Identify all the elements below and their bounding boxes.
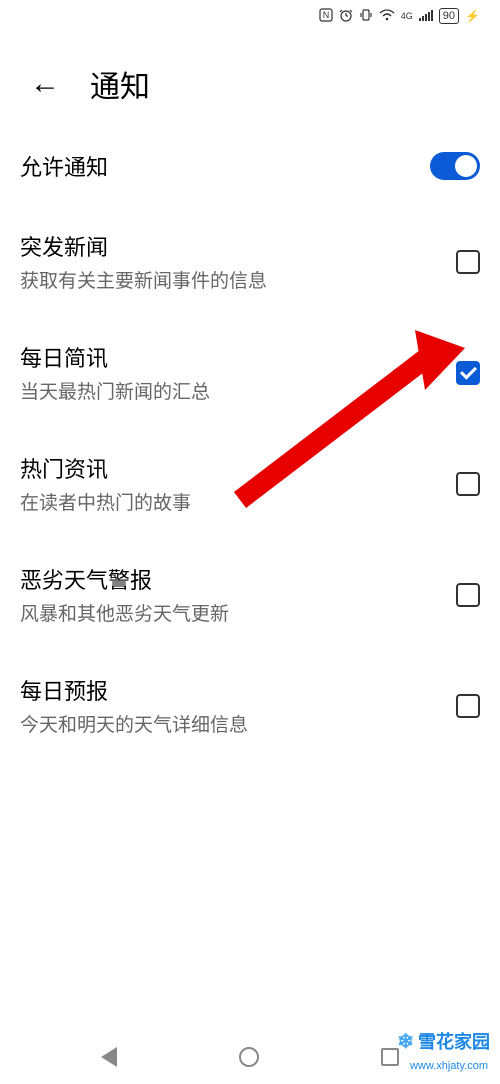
setting-row-trending[interactable]: 热门资讯 在读者中热门的故事 <box>20 428 480 539</box>
setting-row-breaking-news[interactable]: 突发新闻 获取有关主要新闻事件的信息 <box>20 206 480 317</box>
vibrate-icon <box>359 8 373 25</box>
nfc-icon: N <box>319 8 333 25</box>
charging-icon: ⚡ <box>465 9 480 23</box>
nav-back-button[interactable] <box>101 1047 117 1067</box>
watermark-url: www.xhjaty.com <box>410 1060 488 1072</box>
battery-indicator: 90 <box>439 8 459 24</box>
setting-row-daily-forecast[interactable]: 每日预报 今天和明天的天气详细信息 <box>20 650 480 761</box>
page-header: ← 通知 <box>0 32 500 126</box>
setting-row-weather-alert[interactable]: 恶劣天气警报 风暴和其他恶劣天气更新 <box>20 539 480 650</box>
breaking-news-checkbox[interactable] <box>456 250 480 274</box>
setting-subtitle: 今天和明天的天气详细信息 <box>20 710 248 737</box>
allow-notifications-label: 允许通知 <box>20 150 108 182</box>
page-title: 通知 <box>90 62 150 106</box>
watermark: ❄ 雪花家园 <box>397 1028 490 1054</box>
allow-notifications-row[interactable]: 允许通知 <box>20 126 480 206</box>
allow-notifications-toggle[interactable] <box>430 152 480 180</box>
setting-subtitle: 风暴和其他恶劣天气更新 <box>20 599 229 626</box>
settings-list: 允许通知 突发新闻 获取有关主要新闻事件的信息 每日简讯 当天最热门新闻的汇总 … <box>0 126 500 761</box>
setting-subtitle: 在读者中热门的故事 <box>20 488 191 515</box>
snowflake-icon: ❄ <box>397 1029 414 1054</box>
trending-checkbox[interactable] <box>456 472 480 496</box>
setting-title: 突发新闻 <box>20 230 267 262</box>
status-bar: N 4G 90 ⚡ <box>0 0 500 32</box>
svg-text:N: N <box>323 10 330 20</box>
setting-subtitle: 获取有关主要新闻事件的信息 <box>20 266 267 293</box>
setting-title: 恶劣天气警报 <box>20 563 229 595</box>
alarm-icon <box>339 8 353 25</box>
setting-title: 每日简讯 <box>20 341 210 373</box>
setting-subtitle: 当天最热门新闻的汇总 <box>20 377 210 404</box>
setting-title: 热门资讯 <box>20 452 191 484</box>
setting-title: 每日预报 <box>20 674 248 706</box>
back-button[interactable]: ← <box>30 69 60 99</box>
network-label: 4G <box>401 11 413 21</box>
wifi-icon <box>379 8 395 24</box>
watermark-text: 雪花家园 <box>418 1028 490 1054</box>
nav-home-button[interactable] <box>239 1047 259 1067</box>
signal-icon <box>419 8 433 24</box>
daily-forecast-checkbox[interactable] <box>456 694 480 718</box>
setting-row-daily-digest[interactable]: 每日简讯 当天最热门新闻的汇总 <box>20 317 480 428</box>
daily-digest-checkbox[interactable] <box>456 361 480 385</box>
weather-alert-checkbox[interactable] <box>456 583 480 607</box>
